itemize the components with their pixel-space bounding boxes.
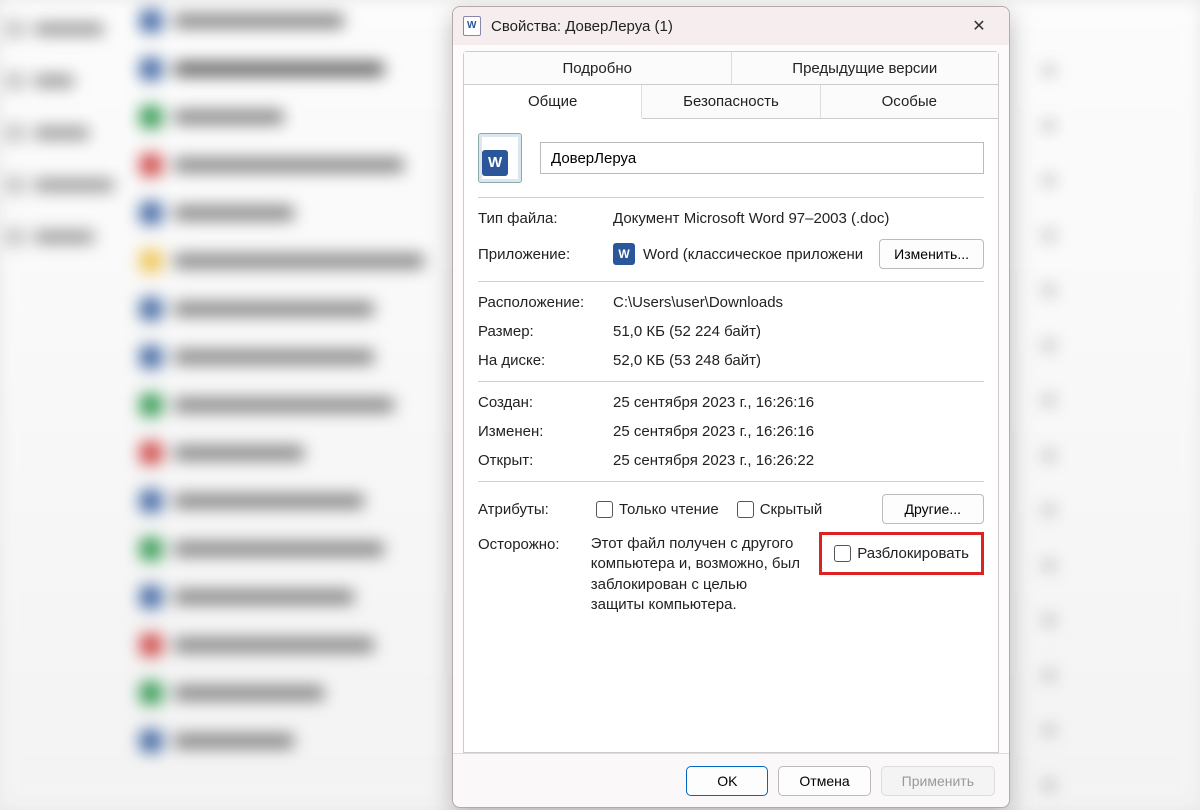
tab-container: Подробно Предыдущие версии Общие Безопас…: [463, 51, 999, 753]
application-label: Приложение:: [478, 246, 613, 263]
tab-custom[interactable]: Особые: [821, 85, 998, 118]
location-value: C:\Users\user\Downloads: [613, 294, 984, 311]
size-value: 51,0 КБ (52 224 байт): [613, 323, 984, 340]
tab-security[interactable]: Безопасность: [642, 85, 820, 118]
file-type-value: Документ Microsoft Word 97–2003 (.doc): [613, 210, 984, 227]
size-on-disk-label: На диске:: [478, 352, 613, 369]
tab-details[interactable]: Подробно: [464, 52, 732, 84]
file-type-label: Тип файла:: [478, 210, 613, 227]
size-label: Размер:: [478, 323, 613, 340]
security-warning-label: Осторожно:: [478, 534, 579, 553]
advanced-attributes-button[interactable]: Другие...: [882, 494, 985, 524]
checkbox-icon: [596, 501, 613, 518]
tab-general[interactable]: Общие: [464, 85, 642, 119]
file-type-icon: [478, 133, 522, 183]
accessed-label: Открыт:: [478, 452, 613, 469]
tab-previous-versions[interactable]: Предыдущие версии: [732, 52, 999, 84]
dialog-footer: OK Отмена Применить: [453, 753, 1009, 807]
application-value: Word (классическое приложени: [643, 246, 863, 263]
window-title: Свойства: ДоверЛеруа (1): [491, 18, 959, 35]
size-on-disk-value: 52,0 КБ (53 248 байт): [613, 352, 984, 369]
accessed-value: 25 сентября 2023 г., 16:26:22: [613, 452, 984, 469]
unblock-checkbox[interactable]: Разблокировать: [834, 545, 969, 562]
readonly-label: Только чтение: [619, 501, 719, 518]
tab-row-top: Подробно Предыдущие версии: [464, 52, 998, 85]
cancel-button[interactable]: Отмена: [778, 766, 870, 796]
ok-button[interactable]: OK: [686, 766, 768, 796]
tab-content-general: Тип файла: Документ Microsoft Word 97–20…: [464, 119, 998, 752]
unblock-highlight: Разблокировать: [819, 532, 984, 575]
created-value: 25 сентября 2023 г., 16:26:16: [613, 394, 984, 411]
location-label: Расположение:: [478, 294, 613, 311]
unblock-label: Разблокировать: [857, 545, 969, 562]
change-app-button[interactable]: Изменить...: [879, 239, 984, 269]
hidden-label: Скрытый: [760, 501, 823, 518]
readonly-checkbox[interactable]: Только чтение: [596, 501, 719, 518]
close-button[interactable]: ✕: [959, 11, 999, 41]
checkbox-icon: [737, 501, 754, 518]
security-warning-text: Этот файл получен с другого компьютера и…: [591, 534, 802, 615]
modified-label: Изменен:: [478, 423, 613, 440]
created-label: Создан:: [478, 394, 613, 411]
properties-dialog: Свойства: ДоверЛеруа (1) ✕ Подробно Пред…: [452, 6, 1010, 808]
hidden-checkbox[interactable]: Скрытый: [737, 501, 823, 518]
word-app-icon: W: [613, 243, 635, 265]
tab-row-bottom: Общие Безопасность Особые: [464, 85, 998, 119]
checkbox-icon: [834, 545, 851, 562]
file-name-input[interactable]: [540, 142, 984, 174]
apply-button[interactable]: Применить: [881, 766, 995, 796]
modified-value: 25 сентября 2023 г., 16:26:16: [613, 423, 984, 440]
titlebar[interactable]: Свойства: ДоверЛеруа (1) ✕: [453, 7, 1009, 45]
attributes-label: Атрибуты:: [478, 501, 578, 518]
word-doc-icon: [463, 16, 481, 36]
